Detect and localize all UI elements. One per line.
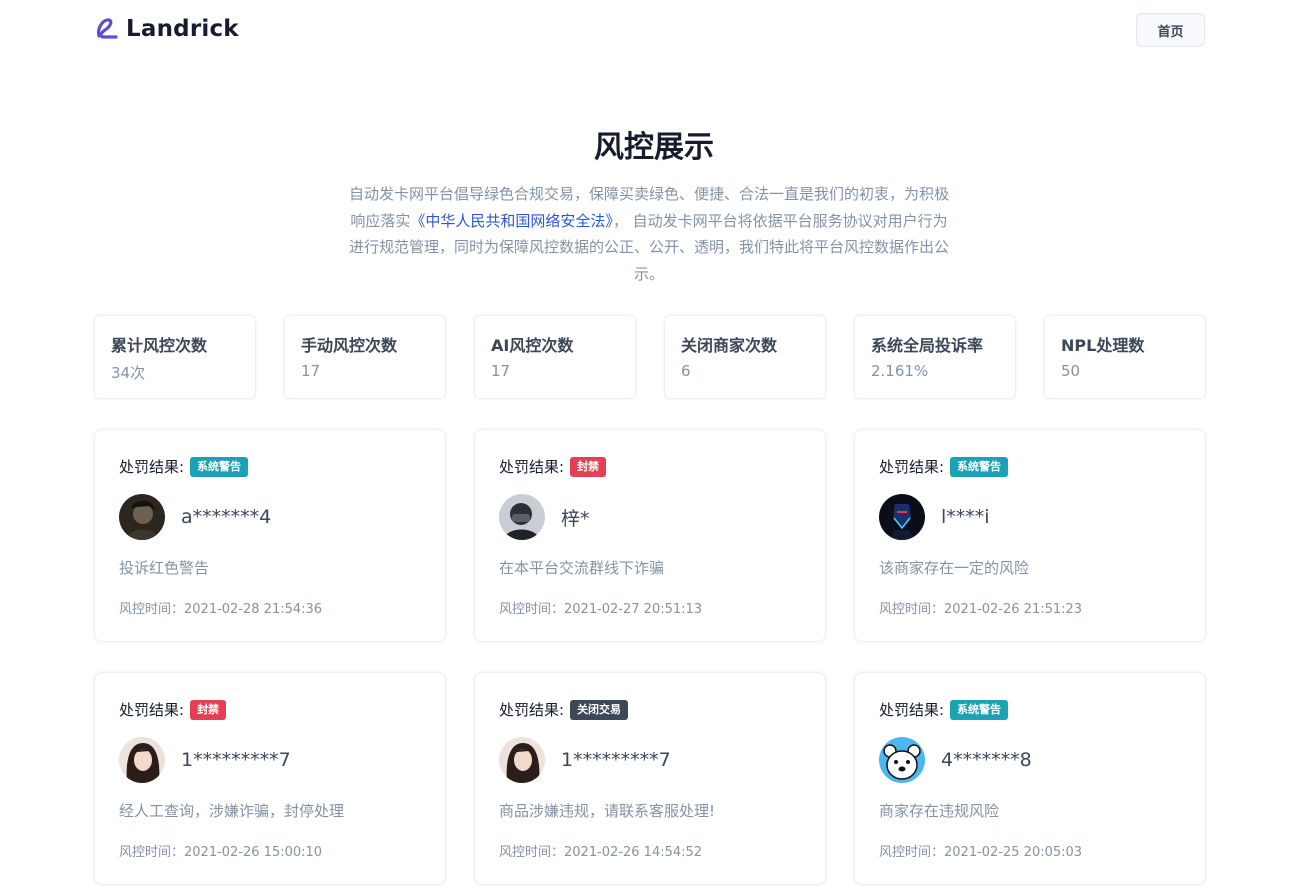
risk-record-card: 处罚结果: 系统警告 l****i 该商家存在一定的风险 风控时间：2021-0… xyxy=(854,429,1206,642)
stat-title: 累计风控次数 xyxy=(111,336,208,355)
masked-username: 梓* xyxy=(561,507,590,530)
penalty-result: 处罚结果: 系统警告 xyxy=(879,456,1009,477)
penalty-result: 处罚结果: 系统警告 xyxy=(879,699,1009,720)
risk-time: 风控时间：2021-02-26 21:51:23 xyxy=(879,602,1083,617)
risk-time: 风控时间：2021-02-28 21:54:36 xyxy=(119,602,323,617)
stat-card-ai: AI风控次数 17 xyxy=(474,315,636,399)
user-info: l****i xyxy=(879,494,990,540)
stat-value: 34次 xyxy=(111,364,146,382)
penalty-label: 处罚结果: xyxy=(119,458,185,476)
stat-card-closed-merchants: 关闭商家次数 6 xyxy=(664,315,826,399)
risk-record-card: 处罚结果: 关闭交易 1*********7 商品涉嫌违规，请联系客服处理! 风… xyxy=(474,672,826,885)
risk-time: 风控时间：2021-02-26 15:00:10 xyxy=(119,845,323,860)
status-badge: 系统警告 xyxy=(190,456,249,477)
stat-value: 2.161% xyxy=(871,362,929,380)
stat-value: 17 xyxy=(301,362,321,380)
status-badge: 系统警告 xyxy=(950,699,1009,720)
user-info: a*******4 xyxy=(119,494,271,540)
penalty-label: 处罚结果: xyxy=(499,458,565,476)
top-navbar: Landrick 首页 xyxy=(0,0,1308,62)
stat-value: 50 xyxy=(1061,362,1081,380)
landrick-logo-icon xyxy=(97,18,118,39)
risk-description: 在本平台交流群线下诈骗 xyxy=(499,559,665,577)
logo-text: Landrick xyxy=(126,16,239,42)
stat-title: AI风控次数 xyxy=(491,336,574,355)
masked-username: 4*******8 xyxy=(941,749,1032,771)
page-title: 风控展示 xyxy=(594,130,714,165)
masked-username: 1*********7 xyxy=(561,749,671,771)
status-badge: 关闭交易 xyxy=(570,699,629,720)
dark-portrait-avatar xyxy=(119,494,165,540)
user-info: 梓* xyxy=(499,494,590,540)
penalty-result: 处罚结果: 封禁 xyxy=(119,699,227,720)
penalty-label: 处罚结果: xyxy=(499,701,565,719)
penalty-label: 处罚结果: xyxy=(879,458,945,476)
risk-record-card: 处罚结果: 系统警告 4*******8 商家存在违规风险 风控时间：2021-… xyxy=(854,672,1206,885)
masked-username: 1*********7 xyxy=(181,749,291,771)
stat-card-npl: NPL处理数 50 xyxy=(1044,315,1206,399)
penalty-result: 处罚结果: 关闭交易 xyxy=(499,699,629,720)
masked-username: a*******4 xyxy=(181,506,272,528)
stat-card-manual: 手动风控次数 17 xyxy=(284,315,446,399)
masked-username: l****i xyxy=(941,506,990,528)
user-info: 1*********7 xyxy=(119,737,291,783)
penalty-label: 处罚结果: xyxy=(119,701,185,719)
stat-title: 手动风控次数 xyxy=(301,336,398,355)
stat-card-total: 累计风控次数 34次 xyxy=(94,315,256,399)
penalty-result: 处罚结果: 封禁 xyxy=(499,456,607,477)
risk-description: 商品涉嫌违规，请联系客服处理! xyxy=(499,802,716,820)
masked-person-avatar xyxy=(499,494,545,540)
cybersecurity-law-link[interactable]: 《中华人民共和国网络安全法》 xyxy=(410,212,613,230)
penalty-label: 处罚结果: xyxy=(879,701,945,719)
polar-bear-avatar xyxy=(879,737,925,783)
risk-description: 经人工查询，涉嫌诈骗，封停处理 xyxy=(119,802,345,820)
stat-value: 6 xyxy=(681,362,691,380)
risk-record-card: 处罚结果: 封禁 1*********7 经人工查询，涉嫌诈骗，封停处理 风控时… xyxy=(94,672,446,885)
stat-title: NPL处理数 xyxy=(1061,336,1145,355)
risk-description: 投诉红色警告 xyxy=(119,559,210,577)
page-description: 自动发卡网平台倡导绿色合规交易，保障买卖绿色、便捷、合法一直是我们的初衷，为积极… xyxy=(344,181,954,287)
home-button[interactable]: 首页 xyxy=(1136,13,1205,47)
status-badge: 系统警告 xyxy=(950,456,1009,477)
stat-card-complaint-rate: 系统全局投诉率 2.161% xyxy=(854,315,1016,399)
risk-record-card: 处罚结果: 系统警告 a*******4 投诉红色警告 风控时间：2021-02… xyxy=(94,429,446,642)
logo[interactable]: Landrick xyxy=(94,16,239,42)
stat-title: 关闭商家次数 xyxy=(681,336,778,355)
stat-title: 系统全局投诉率 xyxy=(871,336,984,355)
woman-portrait-avatar xyxy=(119,737,165,783)
neon-figure-avatar xyxy=(879,494,925,540)
penalty-result: 处罚结果: 系统警告 xyxy=(119,456,249,477)
stat-value: 17 xyxy=(491,362,511,380)
status-badge: 封禁 xyxy=(190,699,227,720)
risk-description: 该商家存在一定的风险 xyxy=(879,559,1030,577)
woman-portrait-avatar xyxy=(499,737,545,783)
status-badge: 封禁 xyxy=(570,456,607,477)
risk-description: 商家存在违规风险 xyxy=(879,802,1000,820)
risk-record-card: 处罚结果: 封禁 梓* 在本平台交流群线下诈骗 风控时间：2021-02-27 … xyxy=(474,429,826,642)
risk-time: 风控时间：2021-02-27 20:51:13 xyxy=(499,602,703,617)
risk-time: 风控时间：2021-02-26 14:54:52 xyxy=(499,845,703,860)
user-info: 4*******8 xyxy=(879,737,1032,783)
risk-time: 风控时间：2021-02-25 20:05:03 xyxy=(879,845,1083,860)
user-info: 1*********7 xyxy=(499,737,671,783)
